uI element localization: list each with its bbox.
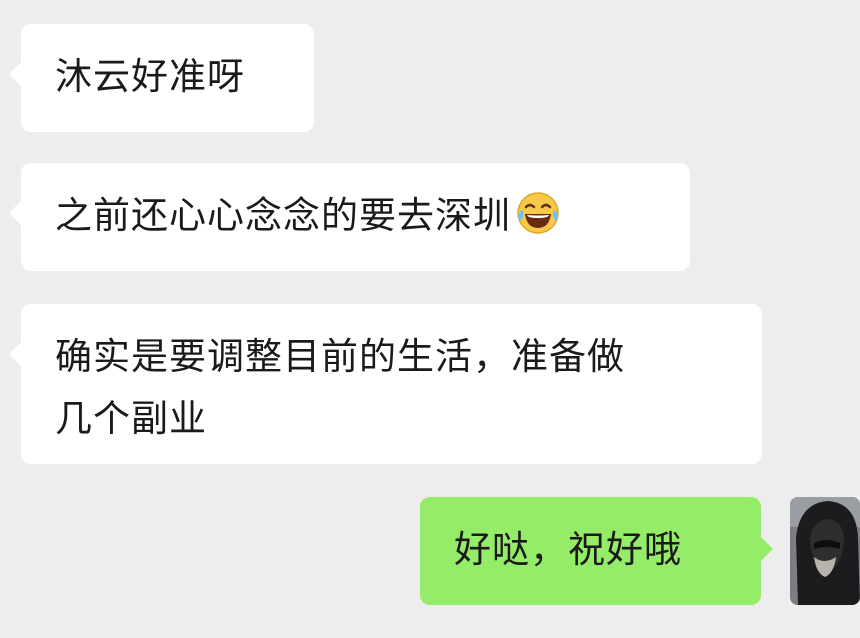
message-bubble-received[interactable]: 之前还心心念念的要去深圳	[9, 163, 690, 271]
message-text: 沐云好准呀	[55, 55, 245, 98]
message-bubble-received[interactable]: 确实是要调整目前的生活，准备做 几个副业	[9, 304, 762, 464]
avatar-hooded-figure-icon	[790, 497, 860, 605]
message-text-line: 确实是要调整目前的生活，准备做	[55, 335, 625, 378]
message-text: 之前还心心念念的要去深圳	[55, 194, 511, 237]
chat-conversation: 沐云好准呀 之前还心心念念的要去深圳 确实是要调整目前的生活，准备做 几个副业 …	[0, 0, 860, 638]
message-text-line: 几个副业	[55, 397, 207, 440]
message-text: 好哒，祝好哦	[454, 528, 682, 571]
message-bubble-sent[interactable]: 好哒，祝好哦	[420, 497, 773, 605]
message-bubble-received[interactable]: 沐云好准呀	[9, 24, 314, 132]
message-text-row: 之前还心心念念的要去深圳	[55, 185, 660, 247]
laughing-tears-emoji-icon	[515, 190, 561, 236]
user-avatar[interactable]	[790, 497, 860, 605]
